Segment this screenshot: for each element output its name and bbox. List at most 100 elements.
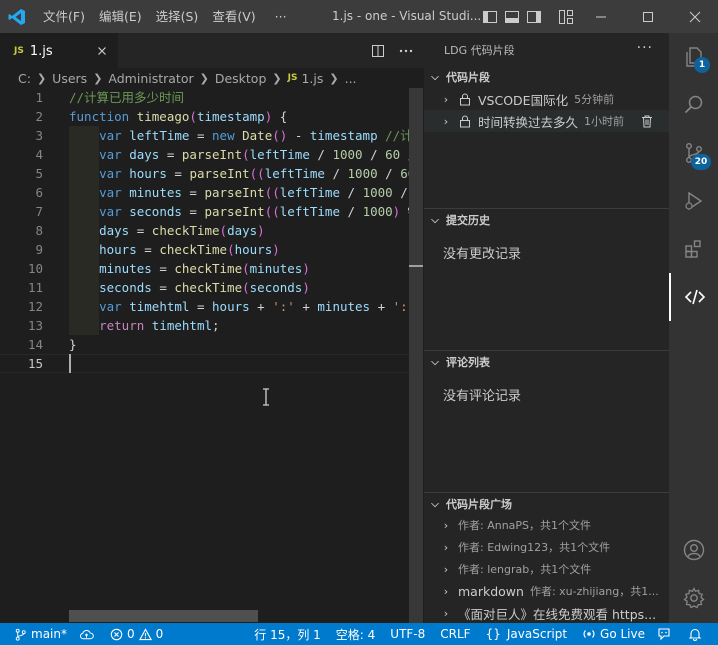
title-bar: 文件(F) 编辑(E) 选择(S) 查看(V) ··· 1.js - one -… [0, 0, 718, 33]
section-comments-header[interactable]: ⌵ 评论列表 [424, 351, 669, 373]
feedback-button[interactable] [651, 623, 682, 645]
code-token: timehtml [151, 318, 213, 333]
breadcrumb-users[interactable]: Users [52, 71, 87, 86]
menu-selection[interactable]: 选择(S) [149, 0, 206, 33]
code-line[interactable]: minutes = checkTime(minutes) [69, 259, 409, 278]
snippet-item[interactable]: › 时间转换过去多久 1小时前 [424, 110, 669, 132]
snippet-item[interactable]: › VSCODE国际化 5分钟前 [424, 88, 669, 110]
menu-view[interactable]: 查看(V) [205, 0, 262, 33]
tab-close-icon[interactable] [94, 43, 110, 59]
tab-1js[interactable]: JS 1.js [0, 33, 118, 68]
code-token: = [181, 204, 205, 219]
code-line[interactable]: var timehtml = hours + ':' + minutes + '… [69, 297, 409, 316]
more-actions-icon[interactable] [398, 43, 414, 59]
code-line[interactable]: var days = parseInt(leftTime / 1000 / 60… [69, 145, 409, 164]
code-token: ) [302, 280, 310, 295]
settings-button[interactable] [669, 574, 718, 622]
language-mode[interactable]: {} JavaScript [477, 623, 573, 645]
lock-icon [460, 115, 470, 128]
code-editor[interactable]: 1 2 3 4 5 6 7 8 9 10 11 12 13 14 15 //计算已用多少时间 function… [0, 88, 424, 623]
code-token: 1000 [347, 166, 378, 181]
code-line[interactable] [69, 354, 409, 373]
code-line[interactable]: seconds = checkTime(seconds) [69, 278, 409, 297]
eol-status[interactable]: CRLF [431, 623, 476, 645]
breadcrumb-administrator[interactable]: Administrator [108, 71, 193, 86]
code-line[interactable]: var hours = parseInt((leftTime / 1000 / … [69, 164, 409, 183]
chevron-right-icon: › [443, 584, 449, 598]
square-item[interactable]: › 作者: Edwing123，共1个文件 [424, 536, 669, 558]
code-token: seconds [249, 280, 303, 295]
breadcrumb-file[interactable]: 1.js [301, 71, 323, 86]
section-square-header[interactable]: ⌵ 代码片段广场 [424, 493, 669, 515]
code-line[interactable]: return timehtml; [69, 316, 409, 335]
square-item[interactable]: › 作者: AnnaPS，共1个文件 [424, 514, 669, 536]
square-item[interactable]: › markdown 作者: xu-zhijiang，共1... [424, 580, 669, 602]
code-line[interactable]: } [69, 335, 409, 354]
cursor-position[interactable]: 行 15，列 1 [248, 623, 327, 645]
code-token: hours [99, 242, 137, 257]
code-line[interactable]: var minutes = parseInt((leftTime / 1000 … [69, 183, 409, 202]
scrollbar-thumb[interactable] [409, 88, 423, 623]
code-line[interactable]: function timeago(timestamp) { [69, 107, 409, 126]
code-token: } [69, 337, 77, 352]
code-token: hours [129, 166, 167, 181]
accounts-button[interactable] [669, 526, 718, 574]
square-item-desc: 作者: AnnaPS，共1个文件 [458, 519, 592, 532]
chevron-right-icon: › [443, 518, 449, 532]
horizontal-scrollbar-thumb[interactable] [69, 610, 258, 622]
section-history-header[interactable]: ⌵ 提交历史 [424, 209, 669, 231]
minimize-button[interactable] [578, 0, 624, 33]
branch-name: main* [31, 627, 67, 641]
menu-more[interactable]: ··· [263, 0, 294, 33]
explorer-button[interactable]: 1 [669, 33, 718, 81]
toggle-sidebar-right-icon[interactable] [526, 9, 542, 25]
square-item-title: markdown [458, 583, 524, 599]
snippet-sidebar: LDG 代码片段 ··· ⌵ 代码片段 › VSCODE国际化 5分钟前 › 时… [424, 33, 669, 623]
run-debug-button[interactable] [669, 177, 718, 225]
menu-file[interactable]: 文件(F) [36, 0, 92, 33]
chevron-right-icon: ❯ [272, 71, 282, 85]
code-lines[interactable]: //计算已用多少时间 function timeago(timestamp) { … [69, 88, 409, 373]
code-line[interactable]: var seconds = parseInt((leftTime / 1000)… [69, 202, 409, 221]
code-token: var [99, 299, 130, 314]
code-token: / [339, 204, 363, 219]
indentation-status[interactable]: 空格: 4 [327, 623, 382, 645]
section-title: 评论列表 [446, 356, 490, 369]
code-token: return [99, 318, 152, 333]
section-snippets-header[interactable]: ⌵ 代码片段 [424, 66, 669, 88]
split-editor-icon[interactable] [370, 43, 386, 59]
encoding-status[interactable]: UTF-8 [381, 623, 431, 645]
maximize-button[interactable] [625, 0, 671, 33]
menu-edit[interactable]: 编辑(E) [92, 0, 149, 33]
extensions-button[interactable] [669, 225, 718, 273]
breadcrumb-desktop[interactable]: Desktop [215, 71, 267, 86]
sidebar-more-icon[interactable]: ··· [637, 40, 653, 56]
square-item[interactable]: › 《面对巨人》在线免费观看 https... [424, 602, 669, 624]
code-line[interactable]: days = checkTime(days) [69, 221, 409, 240]
code-token: checkTime [151, 223, 220, 238]
notifications-button[interactable] [682, 623, 718, 645]
vertical-scrollbar[interactable] [409, 88, 423, 623]
breadcrumb-symbol[interactable]: ... [345, 71, 357, 86]
code-line[interactable]: hours = checkTime(hours) [69, 240, 409, 259]
sync-status[interactable] [73, 623, 104, 645]
close-window-button[interactable] [672, 0, 718, 33]
problems-status[interactable]: 0 0 [104, 623, 169, 645]
breadcrumb-drive[interactable]: C: [18, 71, 31, 86]
trash-icon[interactable] [640, 114, 654, 128]
square-item-desc: 作者: Edwing123，共1个文件 [458, 541, 611, 554]
toggle-sidebar-left-icon[interactable] [482, 9, 498, 25]
layout-controls [482, 0, 574, 33]
search-button[interactable] [669, 81, 718, 129]
toggle-panel-icon[interactable] [504, 9, 520, 25]
code-line[interactable]: //计算已用多少时间 [69, 88, 409, 107]
square-item[interactable]: › 作者: lengrab，共1个文件 [424, 558, 669, 580]
code-snippets-button[interactable] [669, 273, 718, 321]
source-control-button[interactable]: 20 [669, 129, 718, 177]
customize-layout-icon[interactable] [558, 9, 574, 25]
go-live-button[interactable]: Go Live [573, 623, 651, 645]
code-line[interactable]: var leftTime = new Date() - timestamp //… [69, 126, 409, 145]
branch-status[interactable]: main* [0, 623, 73, 645]
code-token: ) [272, 242, 280, 257]
